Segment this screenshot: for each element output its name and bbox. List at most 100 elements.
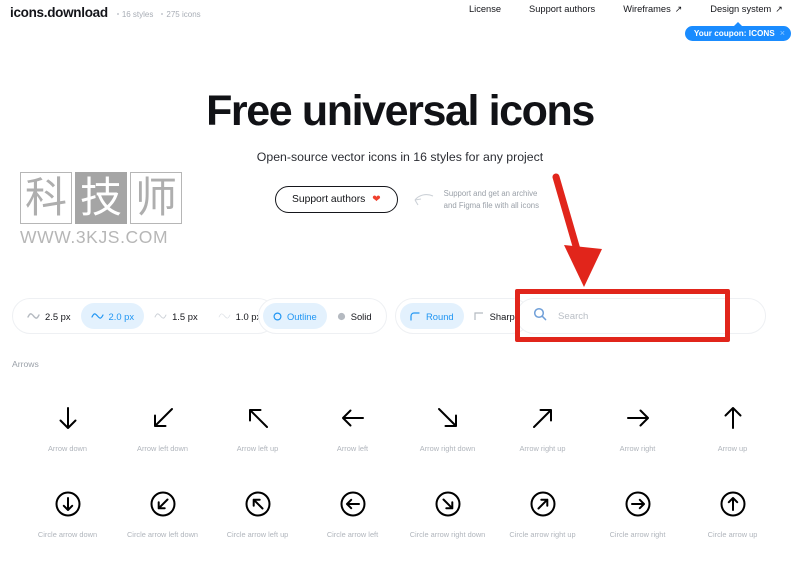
arrow-right-icon xyxy=(623,395,653,441)
icon-card-arrow-right-up[interactable]: Arrow right up xyxy=(495,395,590,453)
annotation-arrow-icon xyxy=(552,173,602,287)
fill-option-label: Outline xyxy=(287,310,317,322)
nav-item-wireframes[interactable]: Wireframes ↗ xyxy=(609,4,696,14)
heart-icon: ❤ xyxy=(372,193,381,205)
icon-label: Arrow down xyxy=(47,444,88,453)
page-subtitle: Open-source vector icons in 16 styles fo… xyxy=(256,150,544,164)
support-note-line2: and Figma file with all icons xyxy=(443,200,540,210)
circle-outline-icon xyxy=(273,311,282,321)
brand-meta: 16 styles 275 icons xyxy=(116,9,201,19)
coupon-tooltip[interactable]: Your coupon: ICONS × xyxy=(684,26,791,41)
watermark-char-2: 技 xyxy=(75,172,127,224)
icon-card-arrow-up[interactable]: Arrow up xyxy=(685,395,780,453)
bullet-dot-icon xyxy=(161,13,164,16)
wave-icon xyxy=(154,312,167,320)
support-authors-label: Support authors xyxy=(292,194,366,205)
stroke-option-2-0px[interactable]: 2.0 px xyxy=(80,303,145,329)
circle-arrow-right-up-icon xyxy=(528,481,558,527)
nav-item-design-system[interactable]: Design system ↗ xyxy=(696,4,797,14)
icon-card-arrow-right-down[interactable]: Arrow right down xyxy=(400,395,495,453)
cta-row: Support authors ❤ Support and get an arc… xyxy=(275,186,539,213)
nav-label: Wireframes xyxy=(623,4,671,14)
icon-label: Circle arrow left up xyxy=(226,530,289,539)
fill-option-label: Solid xyxy=(350,310,372,322)
fill-option-outline[interactable]: Outline xyxy=(263,303,327,329)
meta-styles: 16 styles xyxy=(116,9,154,19)
icon-label: Arrow left xyxy=(336,444,369,453)
sharp-corner-icon xyxy=(474,311,485,321)
close-icon[interactable]: × xyxy=(780,29,785,38)
icon-label: Arrow right xyxy=(619,444,656,453)
external-link-icon: ↗ xyxy=(775,3,783,14)
nav-label: License xyxy=(469,4,502,14)
arrow-left-icon xyxy=(338,395,368,441)
icon-label: Arrow right down xyxy=(419,444,476,453)
icon-card-circle-arrow-right[interactable]: Circle arrow right xyxy=(590,481,685,539)
search-input[interactable] xyxy=(556,309,736,323)
page-root: icons.download 16 styles 275 icons Licen… xyxy=(0,0,800,583)
arrow-down-icon xyxy=(53,395,83,441)
icon-label: Arrow left up xyxy=(236,444,279,453)
icon-card-arrow-left-up[interactable]: Arrow left up xyxy=(210,395,305,453)
nav-item-license[interactable]: License xyxy=(455,4,515,14)
nav-label: Design system xyxy=(710,4,772,14)
icon-card-circle-arrow-right-down[interactable]: Circle arrow right down xyxy=(400,481,495,539)
circle-arrow-right-icon xyxy=(623,481,653,527)
circle-arrow-left-icon xyxy=(338,481,368,527)
corner-option-label: Round xyxy=(426,310,454,322)
brand-logo[interactable]: icons.download xyxy=(10,5,108,20)
circle-arrow-left-down-icon xyxy=(148,481,178,527)
circle-arrow-right-down-icon xyxy=(433,481,463,527)
icon-label: Arrow up xyxy=(717,444,748,453)
icon-label: Circle arrow up xyxy=(707,530,758,539)
watermark-characters: 科 技 师 xyxy=(20,172,190,224)
stroke-option-label: 2.5 px xyxy=(45,310,71,322)
corner-style-group: Round Sharp xyxy=(395,298,530,334)
icon-card-circle-arrow-up[interactable]: Circle arrow up xyxy=(685,481,780,539)
circle-arrow-down-icon xyxy=(53,481,83,527)
coupon-label: Your coupon: ICONS xyxy=(693,29,775,38)
corner-option-round[interactable]: Round xyxy=(400,303,464,329)
stroke-option-2-5px[interactable]: 2.5 px xyxy=(17,303,81,329)
icon-card-circle-arrow-right-up[interactable]: Circle arrow right up xyxy=(495,481,590,539)
icon-card-circle-arrow-left-down[interactable]: Circle arrow left down xyxy=(115,481,210,539)
icon-card-arrow-down[interactable]: Arrow down xyxy=(20,395,115,453)
icon-grid: Arrow down Arrow left down Arrow left up… xyxy=(0,395,800,539)
external-link-icon: ↗ xyxy=(674,3,683,14)
icon-card-arrow-left-down[interactable]: Arrow left down xyxy=(115,395,210,453)
corner-option-label: Sharp xyxy=(489,310,515,322)
icon-label: Circle arrow down xyxy=(37,530,98,539)
stroke-option-1-5px[interactable]: 1.5 px xyxy=(144,303,208,329)
stroke-width-group: 2.5 px 2.0 px 1.5 px 1.0 px xyxy=(12,298,277,334)
stroke-option-label: 1.5 px xyxy=(172,310,198,322)
fill-option-solid[interactable]: Solid xyxy=(327,303,382,329)
circle-arrow-up-icon xyxy=(718,481,748,527)
brand-block: icons.download 16 styles 275 icons xyxy=(0,5,201,20)
support-note-line1: Support and get an archive xyxy=(443,189,538,199)
watermark: 科 技 师 WWW.3KJS.COM xyxy=(20,172,190,248)
icon-label: Arrow right up xyxy=(519,444,566,453)
search-box[interactable] xyxy=(516,298,766,334)
icon-label: Circle arrow left xyxy=(326,530,379,539)
search-icon xyxy=(533,307,547,326)
main-nav: License Support authors Wireframes ↗ Des… xyxy=(455,4,797,14)
stroke-option-label: 2.0 px xyxy=(108,310,135,322)
icon-card-arrow-left[interactable]: Arrow left xyxy=(305,395,400,453)
meta-styles-text: 16 styles xyxy=(121,9,154,19)
arrow-right-down-icon xyxy=(433,395,463,441)
icon-label: Circle arrow right up xyxy=(509,530,576,539)
support-authors-button[interactable]: Support authors ❤ xyxy=(275,186,398,213)
icon-card-circle-arrow-down[interactable]: Circle arrow down xyxy=(20,481,115,539)
icon-card-arrow-right[interactable]: Arrow right xyxy=(590,395,685,453)
icon-label: Circle arrow right down xyxy=(409,530,486,539)
fill-style-group: Outline Solid xyxy=(258,298,387,334)
watermark-url: WWW.3KJS.COM xyxy=(20,227,169,247)
section-label-arrows: Arrows xyxy=(12,359,39,369)
arrow-up-icon xyxy=(718,395,748,441)
page-title: Free universal icons xyxy=(206,87,595,135)
nav-item-support-authors[interactable]: Support authors xyxy=(515,4,609,14)
meta-icons: 275 icons xyxy=(161,10,201,19)
icon-card-circle-arrow-left[interactable]: Circle arrow left xyxy=(305,481,400,539)
filter-bar: 2.5 px 2.0 px 1.5 px 1.0 px Outline Soli… xyxy=(0,298,800,338)
icon-card-circle-arrow-left-up[interactable]: Circle arrow left up xyxy=(210,481,305,539)
